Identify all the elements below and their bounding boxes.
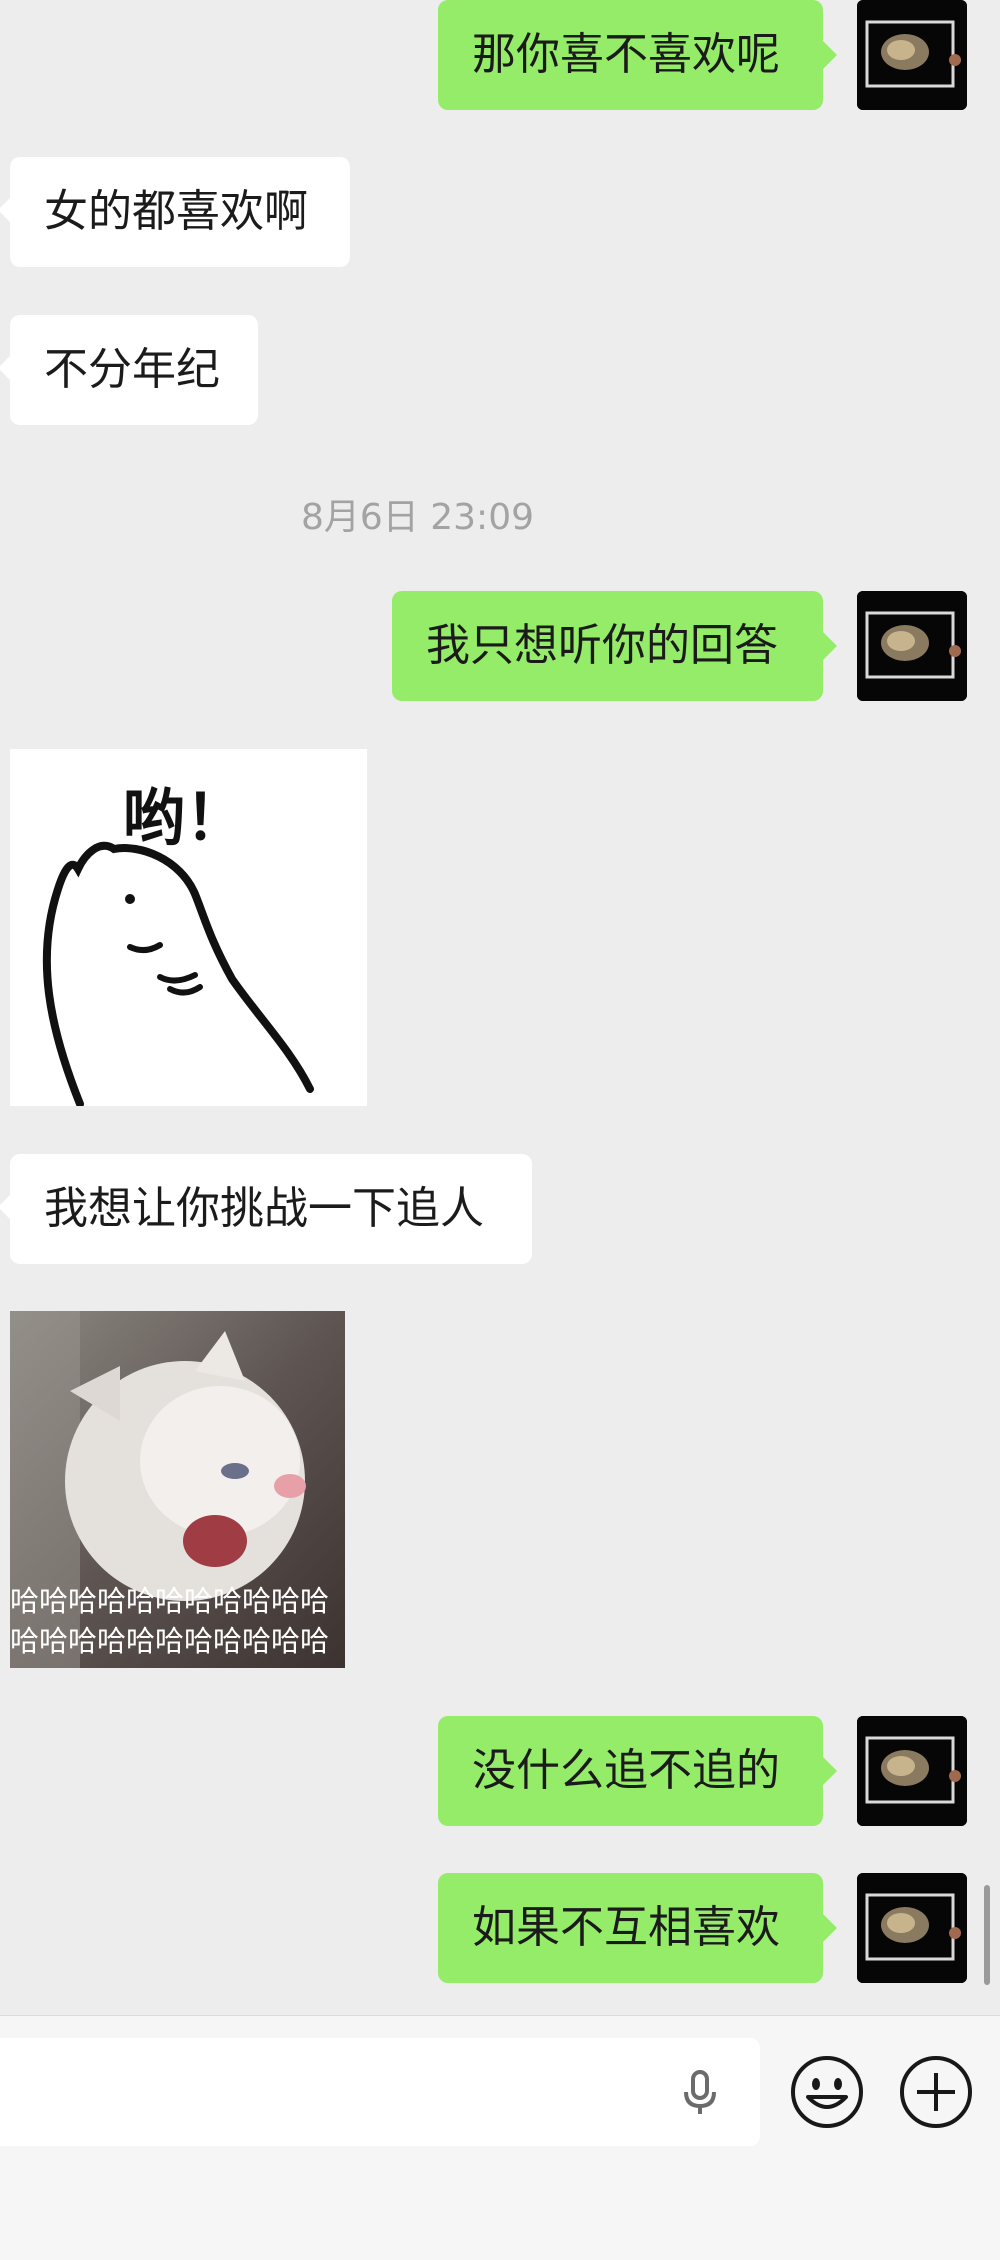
- user-avatar[interactable]: [857, 0, 967, 110]
- message-text: 不分年纪: [44, 344, 220, 395]
- avatar-image: [857, 1716, 967, 1826]
- message-text: 我想让你挑战一下追人: [44, 1183, 484, 1234]
- chat-message-list[interactable]: 那你喜不喜欢呢 女的都喜欢啊 不分年纪 8月6日 23:09 我只想听你的回答: [0, 0, 1000, 2015]
- sticker-caption-line-2: 哈哈哈哈哈哈哈哈哈哈哈: [10, 1624, 329, 1658]
- message-input-bar: [0, 2015, 1000, 2260]
- incoming-message-bubble[interactable]: 我想让你挑战一下追人: [0, 1154, 532, 1264]
- message-text: 没什么追不追的: [472, 1745, 780, 1796]
- outgoing-message-bubble[interactable]: 没什么追不追的: [438, 1716, 837, 1826]
- message-text: 那你喜不喜欢呢: [472, 29, 780, 80]
- outgoing-message-bubble[interactable]: 我只想听你的回答: [392, 591, 837, 701]
- laughing-cat-image: 哈哈哈哈哈哈哈哈哈哈哈 哈哈哈哈哈哈哈哈哈哈哈: [10, 1311, 345, 1668]
- outgoing-message-bubble[interactable]: 如果不互相喜欢: [438, 1873, 837, 1983]
- message-text: 女的都喜欢啊: [44, 186, 308, 237]
- user-avatar[interactable]: [857, 1873, 967, 1983]
- message-text: 我只想听你的回答: [426, 620, 778, 671]
- avatar-image: [857, 1873, 967, 1983]
- user-avatar[interactable]: [857, 1716, 967, 1826]
- message-text: 如果不互相喜欢: [472, 1902, 780, 1953]
- avatar-image: [857, 0, 967, 110]
- message-timestamp: 8月6日 23:09: [301, 497, 534, 538]
- outgoing-message-bubble[interactable]: 那你喜不喜欢呢: [438, 0, 837, 110]
- chat-scrollbar[interactable]: [984, 1885, 990, 1985]
- message-input-field[interactable]: [0, 2038, 760, 2146]
- microphone-icon[interactable]: [670, 2062, 730, 2122]
- sticker-laughing-cat[interactable]: 哈哈哈哈哈哈哈哈哈哈哈 哈哈哈哈哈哈哈哈哈哈哈: [10, 1311, 345, 1668]
- sticker-caption: 哟！: [123, 781, 247, 854]
- user-avatar[interactable]: [857, 591, 967, 701]
- incoming-message-bubble[interactable]: 不分年纪: [0, 315, 258, 425]
- sticker-caption-line-1: 哈哈哈哈哈哈哈哈哈哈哈: [10, 1584, 329, 1618]
- emoji-icon[interactable]: [790, 2055, 864, 2129]
- plus-icon[interactable]: [899, 2055, 973, 2129]
- cat-doodle-image: 哟！: [42, 781, 314, 1106]
- sticker-cat-drawing[interactable]: 哟！: [10, 749, 367, 1106]
- avatar-image: [857, 591, 967, 701]
- incoming-message-bubble[interactable]: 女的都喜欢啊: [0, 157, 350, 267]
